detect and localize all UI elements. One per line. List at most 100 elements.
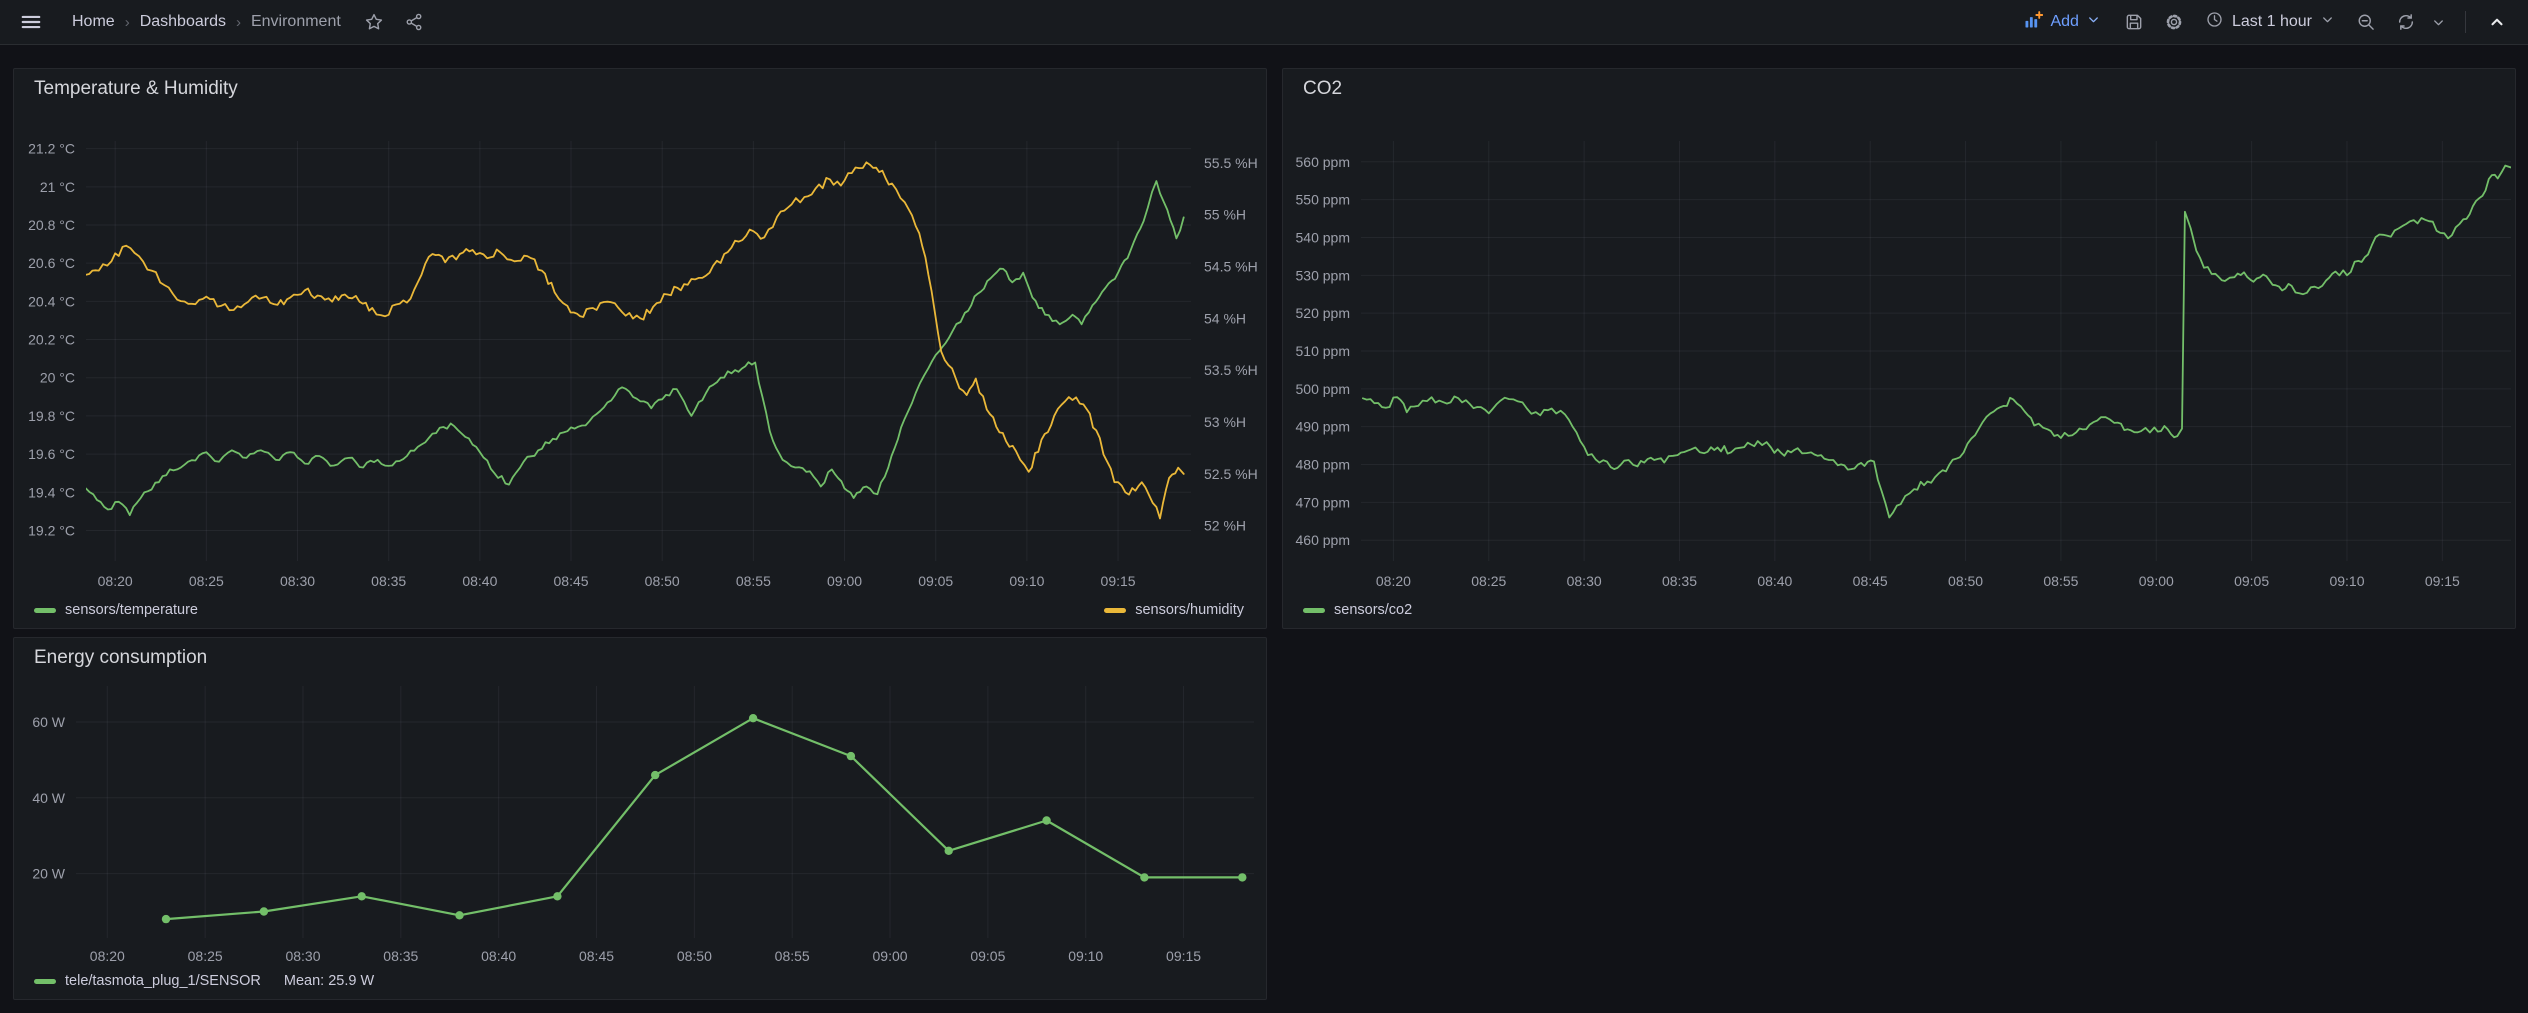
- data-point-marker: [358, 892, 366, 900]
- dashboard-settings-button[interactable]: [2159, 7, 2189, 37]
- x-axis-tick-label: 08:55: [775, 948, 810, 964]
- star-icon: [364, 12, 384, 32]
- navbar-divider: [2465, 11, 2466, 33]
- legend-series-label: sensors/co2: [1334, 602, 1412, 618]
- legend-series-label: sensors/temperature: [65, 602, 198, 618]
- chart-temp-humidity[interactable]: 08:2008:2508:3008:3508:4008:4508:5008:55…: [14, 69, 1268, 630]
- y-axis-right-tick-label: 54 %H: [1204, 310, 1246, 326]
- x-axis-tick-label: 09:00: [2139, 573, 2174, 589]
- share-icon: [404, 12, 424, 32]
- favorite-button[interactable]: [359, 7, 389, 37]
- x-axis-tick-label: 09:15: [2425, 573, 2460, 589]
- breadcrumb-current-dashboard[interactable]: Environment: [251, 13, 341, 31]
- x-axis-tick-label: 08:45: [579, 948, 614, 964]
- x-axis-tick-label: 08:20: [90, 948, 125, 964]
- x-axis-tick-label: 08:25: [188, 948, 223, 964]
- x-axis-tick-label: 08:30: [1567, 573, 1602, 589]
- legend-item-tele-tasmota-plug-1-SENSOR[interactable]: tele/tasmota_plug_1/SENSOR Mean: 25.9 W: [34, 973, 374, 989]
- panel-co2: CO208:2008:2508:3008:3508:4008:4508:5008…: [1282, 68, 2516, 629]
- x-axis-tick-label: 08:25: [1471, 573, 1506, 589]
- breadcrumb-dashboards[interactable]: Dashboards: [140, 13, 226, 31]
- series-line-sensors-humidity: [86, 162, 1184, 518]
- y-axis-left-tick-label: 480 ppm: [1296, 457, 1350, 473]
- x-axis-tick-label: 08:55: [2043, 573, 2078, 589]
- clock-icon: [2205, 10, 2224, 34]
- gear-icon: [2164, 12, 2184, 32]
- refresh-dashboard-button[interactable]: [2391, 7, 2421, 37]
- time-range-picker[interactable]: Last 1 hour: [2199, 6, 2341, 38]
- panel-legend: tele/tasmota_plug_1/SENSOR Mean: 25.9 W: [34, 973, 1244, 989]
- y-axis-left-tick-label: 60 W: [32, 714, 65, 730]
- x-axis-tick-label: 08:35: [383, 948, 418, 964]
- breadcrumb-separator: ›: [125, 14, 130, 31]
- time-range-label: Last 1 hour: [2232, 13, 2312, 31]
- collapse-navbar-button[interactable]: [2482, 7, 2512, 37]
- save-dashboard-button[interactable]: [2119, 7, 2149, 37]
- y-axis-left-tick-label: 490 ppm: [1296, 419, 1350, 435]
- caret-down-icon: [2320, 12, 2335, 32]
- breadcrumb-home[interactable]: Home: [72, 13, 115, 31]
- y-axis-left-tick-label: 530 ppm: [1296, 267, 1350, 283]
- legend-series-label: sensors/humidity: [1135, 602, 1244, 618]
- data-point-marker: [260, 907, 268, 915]
- y-axis-left-tick-label: 19.6 °C: [28, 446, 75, 462]
- chart-co2[interactable]: 08:2008:2508:3008:3508:4008:4508:5008:55…: [1283, 69, 2517, 630]
- legend-item-sensors-temperature[interactable]: sensors/temperature: [34, 602, 198, 618]
- x-axis-tick-label: 09:05: [918, 573, 953, 589]
- x-axis-tick-label: 08:50: [645, 573, 680, 589]
- y-axis-right-tick-label: 52 %H: [1204, 518, 1246, 534]
- zoom-out-time-button[interactable]: [2351, 7, 2381, 37]
- x-axis-tick-label: 08:45: [1853, 573, 1888, 589]
- y-axis-left-tick-label: 20.4 °C: [28, 293, 75, 309]
- x-axis-tick-label: 09:00: [873, 948, 908, 964]
- y-axis-left-tick-label: 520 ppm: [1296, 305, 1350, 321]
- x-axis-tick-label: 09:15: [1101, 573, 1136, 589]
- x-axis-tick-label: 09:10: [1009, 573, 1044, 589]
- x-axis-tick-label: 08:40: [481, 948, 516, 964]
- legend-series-swatch: [34, 608, 56, 613]
- dashboard-canvas: Temperature & Humidity08:2008:2508:3008:…: [0, 45, 2528, 1013]
- legend-series-swatch: [34, 979, 56, 984]
- add-panel-icon: [2023, 10, 2043, 35]
- y-axis-left-tick-label: 500 ppm: [1296, 381, 1350, 397]
- x-axis-tick-label: 08:45: [554, 573, 589, 589]
- add-button-label: Add: [2050, 13, 2078, 31]
- chevron-up-icon: [2488, 13, 2506, 31]
- data-point-marker: [162, 915, 170, 923]
- menu-button[interactable]: [16, 7, 46, 37]
- refresh-interval-dropdown[interactable]: [2427, 7, 2449, 37]
- add-button[interactable]: Add: [2015, 6, 2108, 39]
- zoom-out-icon: [2356, 12, 2376, 32]
- y-axis-right-tick-label: 53 %H: [1204, 414, 1246, 430]
- x-axis-tick-label: 08:55: [736, 573, 771, 589]
- panel-legend: sensors/temperature sensors/humidity: [34, 602, 1244, 618]
- legend-item-sensors-co2[interactable]: sensors/co2: [1303, 602, 1412, 618]
- data-point-marker: [1140, 873, 1148, 881]
- legend-series-label: tele/tasmota_plug_1/SENSOR: [65, 973, 261, 989]
- y-axis-right-tick-label: 54.5 %H: [1204, 258, 1258, 274]
- hamburger-icon: [20, 11, 42, 33]
- y-axis-left-tick-label: 19.4 °C: [28, 484, 75, 500]
- x-axis-tick-label: 08:20: [98, 573, 133, 589]
- legend-item-sensors-humidity[interactable]: sensors/humidity: [1104, 602, 1244, 618]
- data-point-marker: [945, 847, 953, 855]
- x-axis-tick-label: 09:00: [827, 573, 862, 589]
- x-axis-tick-label: 08:30: [280, 573, 315, 589]
- y-axis-left-tick-label: 550 ppm: [1296, 192, 1350, 208]
- series-line-sensors-temperature: [86, 181, 1184, 515]
- legend-series-mean-value: Mean: 25.9 W: [284, 973, 374, 989]
- y-axis-left-tick-label: 540 ppm: [1296, 229, 1350, 245]
- share-button[interactable]: [399, 7, 429, 37]
- y-axis-right-tick-label: 52.5 %H: [1204, 466, 1258, 482]
- y-axis-right-tick-label: 55.5 %H: [1204, 155, 1258, 171]
- data-point-marker: [1042, 816, 1050, 824]
- chart-energy[interactable]: 08:2008:2508:3008:3508:4008:4508:5008:55…: [14, 638, 1268, 1001]
- data-point-marker: [455, 911, 463, 919]
- caret-down-icon: [2431, 15, 2446, 30]
- x-axis-tick-label: 08:40: [462, 573, 497, 589]
- caret-down-icon: [2086, 12, 2101, 32]
- legend-series-swatch: [1303, 608, 1325, 613]
- data-point-marker: [847, 752, 855, 760]
- x-axis-tick-label: 09:05: [2234, 573, 2269, 589]
- panel-legend: sensors/co2: [1303, 602, 2493, 618]
